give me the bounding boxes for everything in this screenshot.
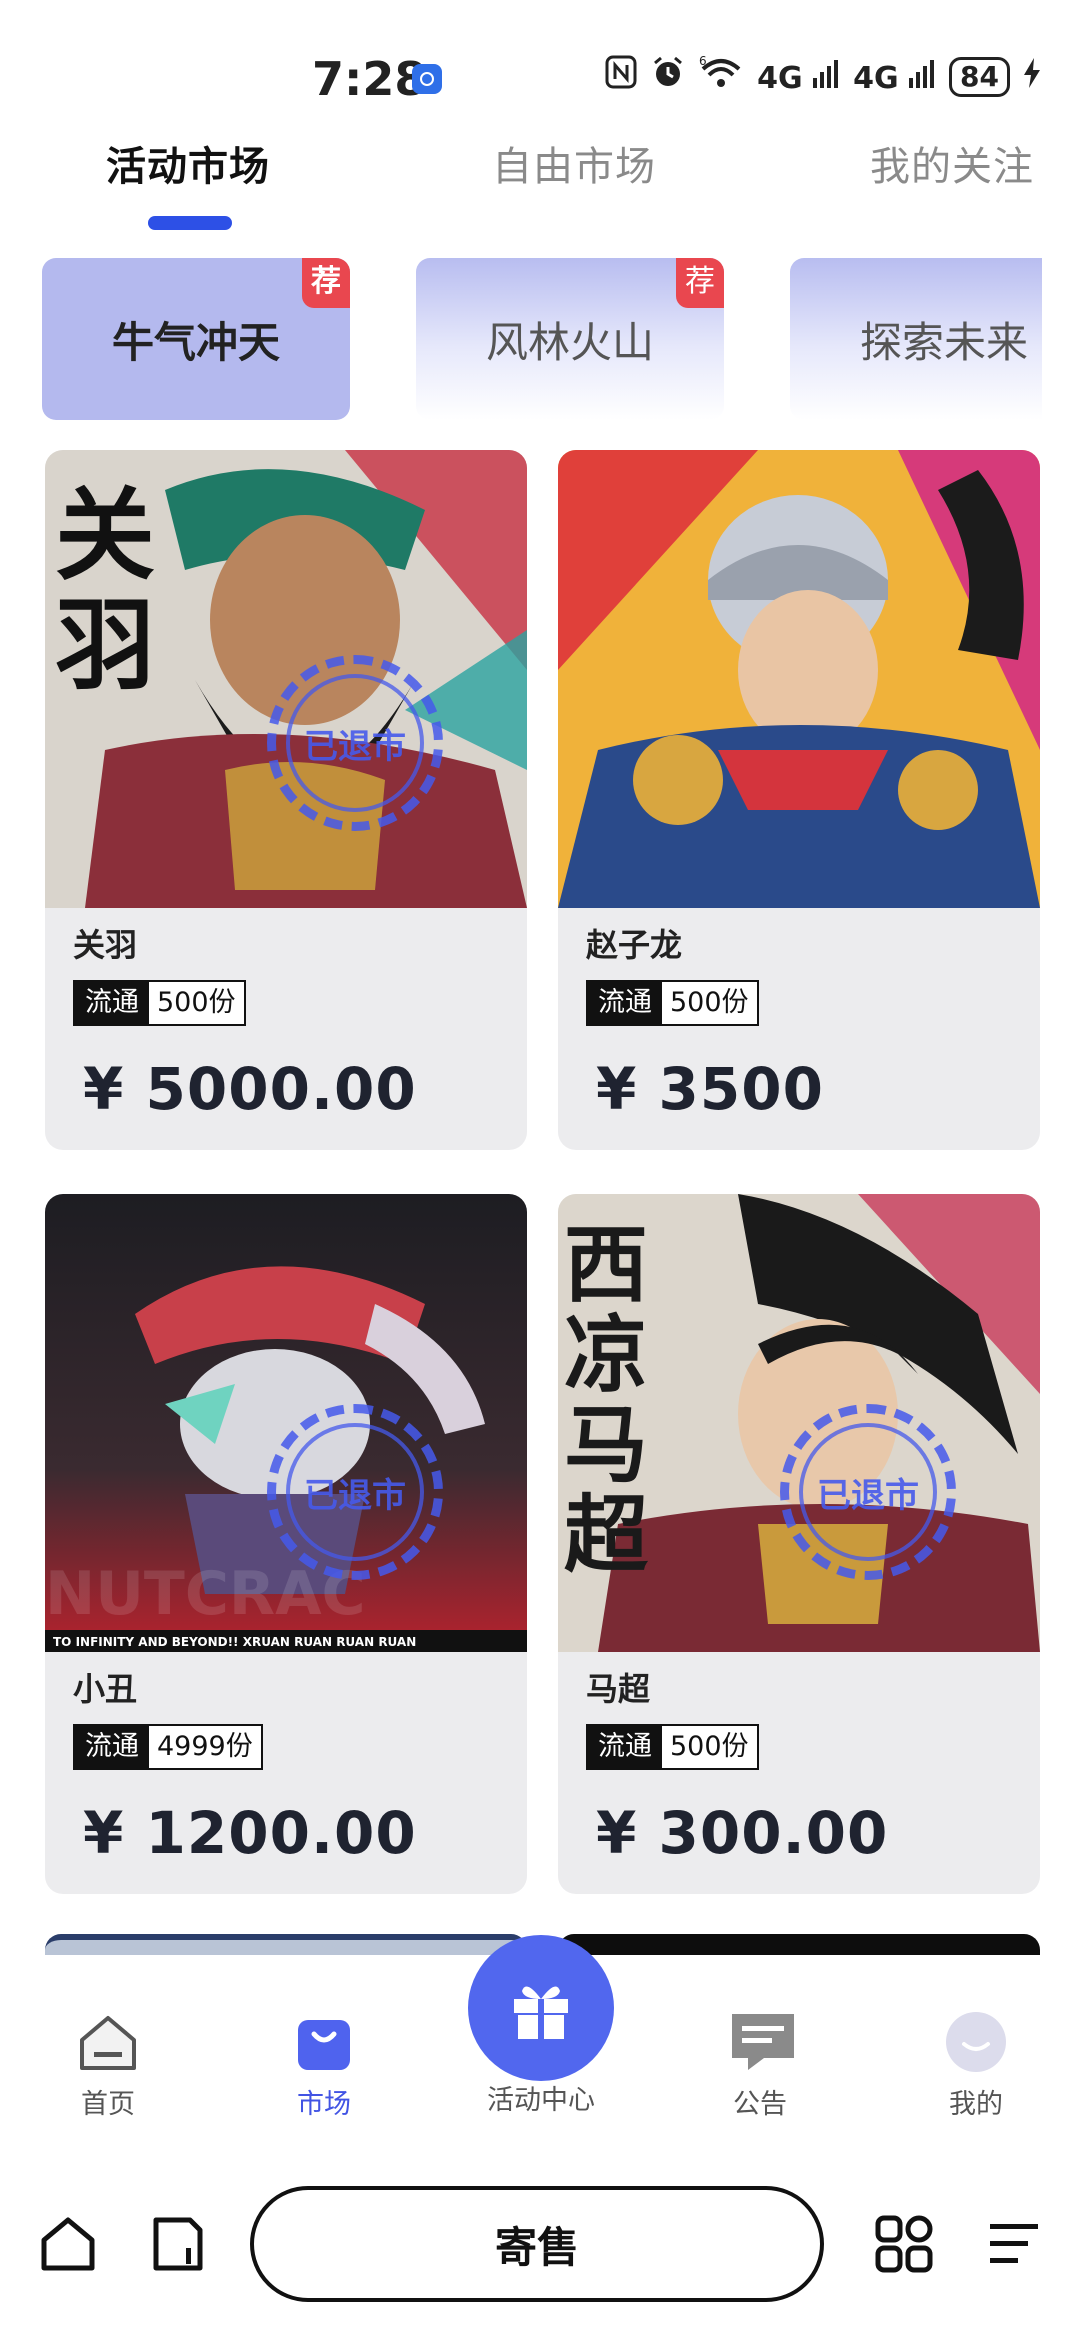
circulation-label: 流通	[588, 982, 662, 1024]
product-image: NUTCRAC TO INFINITY AND BEYOND!! XRUAN R…	[45, 1194, 527, 1652]
category-label: 探索未来	[859, 317, 1028, 367]
circulation-value: 500份	[149, 982, 244, 1024]
signal-1-label: 4G	[757, 60, 803, 96]
delisted-stamp: 已退市	[780, 1404, 956, 1580]
product-card-xiaochou[interactable]: NUTCRAC TO INFINITY AND BEYOND!! XRUAN R…	[45, 1194, 527, 1894]
product-card-machao[interactable]: 西 凉 马 超 已退市 马超 流通 500份 ¥ 300.00	[558, 1194, 1040, 1894]
category-card-fenglin[interactable]: 风林火山 荐	[416, 258, 724, 420]
image-caption: TO INFINITY AND BEYOND!! XRUAN RUAN RUAN…	[53, 1635, 416, 1649]
signal-1-icon: 4G	[757, 58, 839, 96]
system-bar: 寄售	[0, 2170, 1080, 2340]
activity-center-label: 活动中心	[487, 2085, 595, 2116]
product-price: ¥ 5000.00	[83, 1055, 417, 1123]
nfc-icon	[605, 55, 637, 98]
nav-announcement[interactable]: 公告	[690, 2010, 830, 2121]
tabs-switcher-icon[interactable]	[148, 2214, 208, 2278]
message-icon	[728, 2010, 794, 2074]
tab-indicator	[148, 216, 232, 230]
gift-icon	[514, 1986, 568, 2039]
nav-market[interactable]: 市场	[254, 2010, 394, 2121]
charging-icon	[1024, 57, 1040, 97]
product-name: 赵子龙	[586, 926, 683, 964]
home-outline-icon[interactable]	[38, 2214, 98, 2278]
avatar-icon	[944, 2010, 1008, 2074]
category-label: 牛气冲天	[111, 317, 280, 367]
status-icons: 6 4G 4G 84	[605, 54, 1040, 98]
product-price: ¥ 3500	[596, 1055, 824, 1123]
circulation-tag: 流通 500份	[586, 980, 759, 1026]
activity-center-button[interactable]	[468, 1935, 614, 2081]
category-card-tansuo[interactable]: 探索未来	[790, 258, 1042, 420]
recommend-badge: 荐	[302, 258, 350, 308]
circulation-value: 4999份	[149, 1726, 261, 1768]
circulation-value: 500份	[662, 982, 757, 1024]
product-name: 小丑	[73, 1670, 138, 1708]
nav-mine-label: 我的	[949, 2089, 1003, 2120]
svg-text:关: 关	[55, 477, 155, 594]
circulation-label: 流通	[588, 1726, 662, 1768]
image-title: 凉	[564, 1306, 648, 1404]
product-image	[558, 450, 1040, 908]
delisted-stamp-text: 已退市	[286, 1423, 424, 1561]
category-card-niuqi[interactable]: 牛气冲天 荐	[42, 258, 350, 420]
circulation-label: 流通	[75, 1726, 149, 1768]
tab-activity-market[interactable]: 活动市场	[106, 134, 270, 192]
menu-lines-icon[interactable]	[984, 2214, 1044, 2278]
signal-2-icon: 4G	[853, 58, 935, 96]
product-name: 马超	[586, 1670, 651, 1708]
tab-free-market[interactable]: 自由市场	[492, 134, 656, 192]
product-card-guanyu[interactable]: 关 羽 已退市 关羽 流通 500份 ¥ 5000.00	[45, 450, 527, 1150]
svg-text:6: 6	[699, 55, 707, 68]
delisted-stamp-text: 已退市	[799, 1423, 937, 1561]
bottom-nav: 首页 市场 活动中心 公告 我的	[0, 1935, 1080, 2155]
nav-mine[interactable]: 我的	[906, 2010, 1046, 2121]
nav-market-label: 市场	[297, 2089, 351, 2120]
market-tabs: 活动市场 自由市场 我的关注	[0, 128, 1080, 238]
circulation-tag: 流通 500份	[73, 980, 246, 1026]
circulation-tag: 流通 500份	[586, 1724, 759, 1770]
grid-menu-icon[interactable]	[874, 2214, 934, 2278]
product-price: ¥ 300.00	[596, 1799, 889, 1867]
circulation-tag: 流通 4999份	[73, 1724, 263, 1770]
home-icon	[76, 2010, 140, 2074]
alarm-clock-icon	[651, 55, 685, 98]
delisted-stamp: 已退市	[267, 1404, 443, 1580]
status-bar: 7:28 6 4G 4G 84	[0, 0, 1080, 140]
nav-home[interactable]: 首页	[38, 2010, 178, 2121]
signal-2-label: 4G	[853, 60, 899, 96]
nav-announcement-label: 公告	[733, 2089, 787, 2120]
image-title: 超	[564, 1486, 649, 1584]
category-label: 风林火山	[485, 317, 654, 367]
category-list: 牛气冲天 荐 风林火山 荐 探索未来	[42, 258, 1042, 423]
product-price: ¥ 1200.00	[83, 1799, 417, 1867]
shopping-bag-icon	[292, 2010, 356, 2074]
delisted-stamp: 已退市	[267, 655, 443, 831]
image-title: 西	[564, 1216, 648, 1314]
battery-indicator: 84	[949, 56, 1010, 97]
product-name: 关羽	[73, 926, 138, 964]
recommend-badge: 荐	[676, 258, 724, 308]
wifi-icon: 6	[699, 54, 743, 98]
status-time: 7:28	[312, 52, 427, 106]
circulation-value: 500份	[662, 1726, 757, 1768]
nav-home-label: 首页	[81, 2089, 135, 2120]
consign-button[interactable]: 寄售	[250, 2186, 824, 2302]
product-card-zhaozilong[interactable]: 赵子龙 流通 500份 ¥ 3500	[558, 450, 1040, 1150]
product-image: 关 羽 已退市	[45, 450, 527, 908]
tab-my-follows[interactable]: 我的关注	[870, 134, 1034, 192]
alarm-app-icon	[412, 64, 442, 94]
product-image: 西 凉 马 超 已退市	[558, 1194, 1040, 1652]
delisted-stamp-text: 已退市	[286, 674, 424, 812]
image-title: 马	[564, 1396, 648, 1494]
svg-text:羽: 羽	[55, 587, 155, 704]
circulation-label: 流通	[75, 982, 149, 1024]
